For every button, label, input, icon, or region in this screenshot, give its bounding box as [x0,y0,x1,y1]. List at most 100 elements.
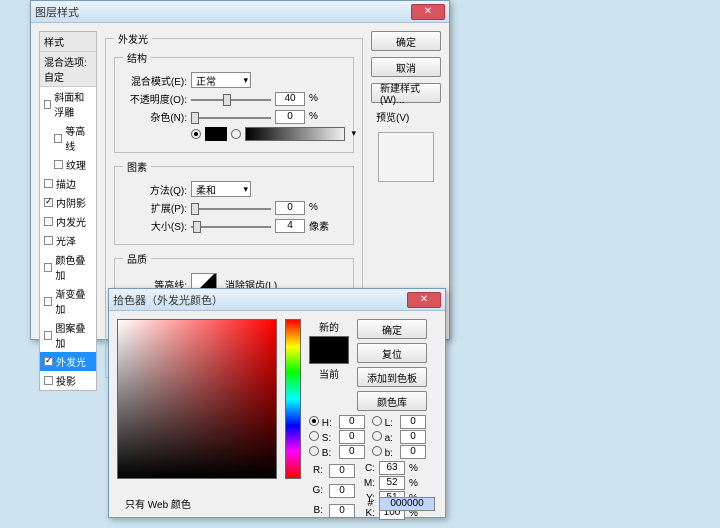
a-field[interactable]: 0 [400,430,426,444]
group-structure: 结构 混合模式(E): 正常 不透明度(O): 40 % 杂色(N): [114,50,354,153]
styles-sidebar: 样式 混合选项:自定 斜面和浮雕等高线纹理描边内阴影内发光光泽颜色叠加渐变叠加图… [39,31,97,391]
new-current-swatch[interactable] [309,336,349,364]
color-picker-titlebar[interactable]: 拾色器（外发光颜色） ✕ [109,289,445,311]
style-item-1[interactable]: 等高线 [40,121,96,155]
spread-value[interactable]: 0 [275,201,305,215]
technique-label: 方法(Q): [123,182,187,197]
hue-slider[interactable] [285,319,301,479]
opacity-label: 不透明度(O): [123,91,187,106]
style-item-check[interactable] [44,217,53,226]
style-item-check[interactable] [44,100,51,109]
style-item-check[interactable] [44,179,53,188]
style-item-6[interactable]: 光泽 [40,231,96,250]
s-field[interactable]: 0 [339,430,365,444]
pct-unit: % [309,111,318,122]
l-field[interactable]: 0 [400,415,426,429]
b-radio[interactable] [309,446,319,456]
opacity-slider[interactable] [191,93,271,105]
lab-b-radio[interactable] [372,446,382,456]
pct-unit: % [309,93,318,104]
layer-style-title: 图层样式 [35,4,79,20]
group-elements: 图素 方法(Q): 柔和 扩展(P): 0 % 大小(S): 4 [114,159,354,245]
group-quality-title: 品质 [123,251,151,266]
noise-label: 杂色(N): [123,109,187,124]
blending-header[interactable]: 混合选项:自定 [40,52,96,87]
style-item-check[interactable] [44,263,52,272]
saturation-field[interactable] [117,319,277,479]
cancel-button[interactable]: 取消 [371,57,441,77]
style-item-check[interactable] [44,331,52,340]
preview-box [378,132,434,182]
new-style-button[interactable]: 新建样式(W)... [371,83,441,103]
style-item-7[interactable]: 颜色叠加 [40,250,96,284]
color-picker-title: 拾色器（外发光颜色） [113,292,223,308]
hex-label: # [367,498,373,509]
noise-slider[interactable] [191,111,271,123]
style-item-10[interactable]: 外发光 [40,352,96,371]
gradient-swatch[interactable] [245,127,345,141]
color-radio[interactable] [191,129,201,139]
style-item-check[interactable] [54,134,62,143]
ok-button[interactable]: 确定 [371,31,441,51]
new-color-label: 新的 [319,319,339,334]
m-field[interactable]: 52 [379,476,405,490]
cp-cancel-button[interactable]: 复位 [357,343,427,363]
style-item-label: 描边 [56,176,76,191]
current-color-label: 当前 [319,366,339,381]
blend-mode-combo[interactable]: 正常 [191,72,251,88]
spread-slider[interactable] [191,202,271,214]
h-field[interactable]: 0 [339,415,365,429]
spread-label: 扩展(P): [123,200,187,215]
style-item-check[interactable] [44,376,53,385]
style-item-check[interactable] [44,198,53,207]
technique-combo[interactable]: 柔和 [191,181,251,197]
webonly-label: 只有 Web 颜色 [125,496,191,511]
style-item-check[interactable] [44,236,53,245]
style-item-0[interactable]: 斜面和浮雕 [40,87,96,121]
c-field[interactable]: 63 [379,461,405,475]
noise-value[interactable]: 0 [275,110,305,124]
panel-title: 外发光 [114,31,152,46]
size-unit: 像素 [309,218,329,233]
style-item-label: 等高线 [65,123,92,153]
size-value[interactable]: 4 [275,219,305,233]
cp-ok-button[interactable]: 确定 [357,319,427,339]
style-item-9[interactable]: 图案叠加 [40,318,96,352]
s-radio[interactable] [309,431,319,441]
r-field[interactable]: 0 [329,464,355,478]
size-slider[interactable] [191,220,271,232]
a-radio[interactable] [372,431,382,441]
close-icon[interactable]: ✕ [407,292,441,308]
style-item-check[interactable] [44,357,53,366]
pct-unit: % [309,202,318,213]
h-radio[interactable] [309,416,319,426]
style-item-11[interactable]: 投影 [40,371,96,390]
br-field[interactable]: 0 [339,445,365,459]
group-structure-title: 结构 [123,50,151,65]
style-item-label: 内发光 [56,214,86,229]
gradient-radio[interactable] [231,129,241,139]
style-item-label: 纹理 [66,157,86,172]
style-item-3[interactable]: 描边 [40,174,96,193]
opacity-value[interactable]: 40 [275,92,305,106]
style-item-2[interactable]: 纹理 [40,155,96,174]
cp-libraries-button[interactable]: 颜色库 [357,391,427,411]
style-item-label: 颜色叠加 [55,252,92,282]
l-radio[interactable] [372,416,382,426]
style-item-5[interactable]: 内发光 [40,212,96,231]
style-item-4[interactable]: 内阴影 [40,193,96,212]
lab-b-field[interactable]: 0 [400,445,426,459]
style-item-check[interactable] [54,160,63,169]
cp-addswatch-button[interactable]: 添加到色板 [357,367,427,387]
color-swatch[interactable] [205,127,227,141]
style-item-check[interactable] [44,297,52,306]
close-icon[interactable]: ✕ [411,4,445,20]
size-label: 大小(S): [123,218,187,233]
preview-label: 预览(V) [376,109,409,124]
hex-field[interactable]: 000000 [379,497,435,511]
color-picker-dialog: 拾色器（外发光颜色） ✕ 新的 当前 确定 复位 添加到色板 颜色库 [108,288,446,518]
blend-mode-label: 混合模式(E): [123,73,187,88]
styles-header: 样式 [40,32,96,52]
style-item-8[interactable]: 渐变叠加 [40,284,96,318]
layer-style-titlebar[interactable]: 图层样式 ✕ [31,1,449,23]
